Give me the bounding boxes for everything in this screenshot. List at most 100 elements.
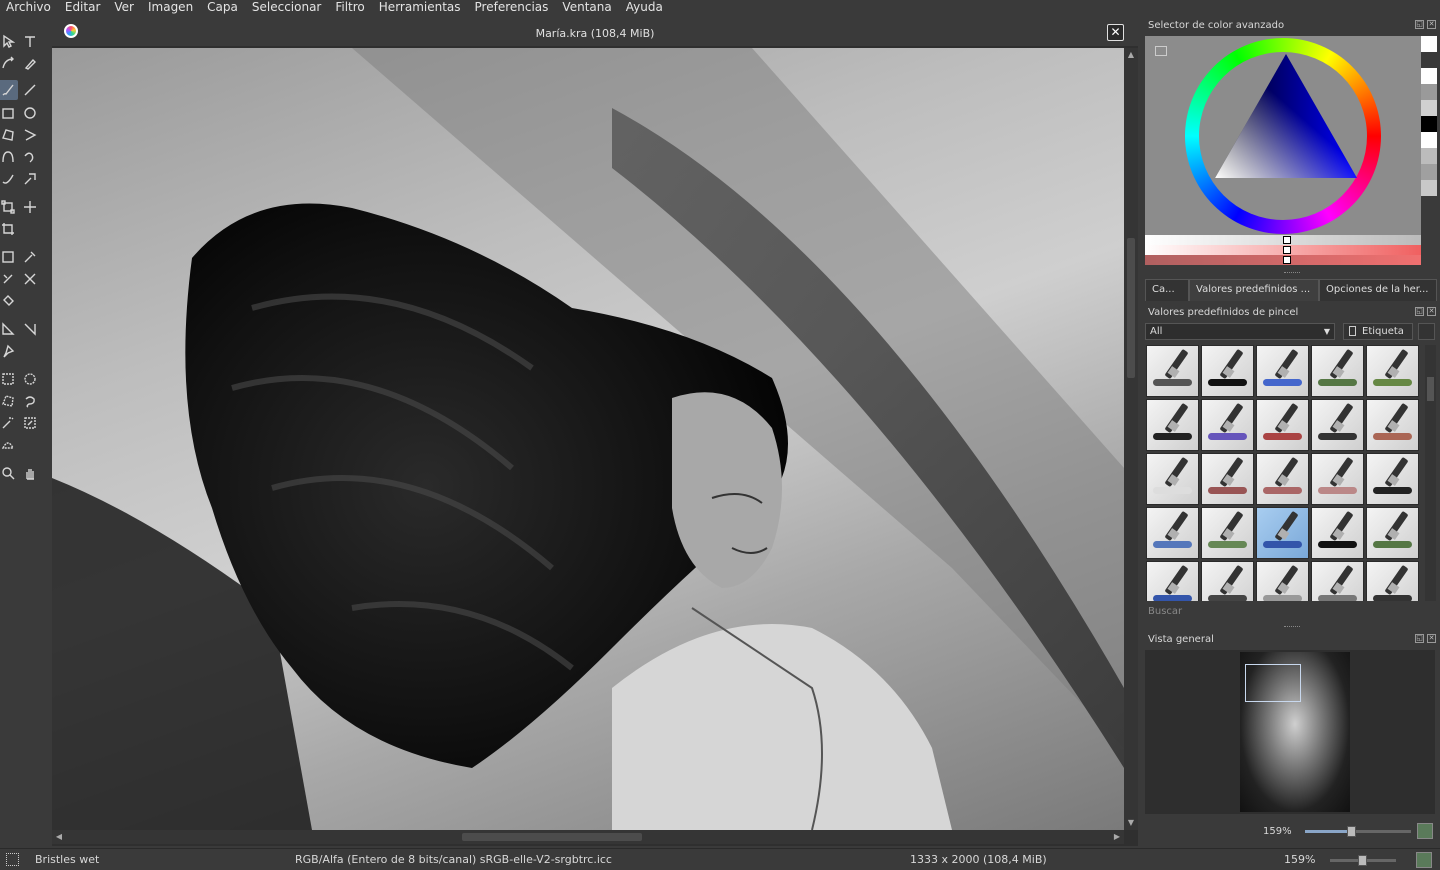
ellipse-select-tool[interactable] (20, 369, 40, 389)
close-document-button[interactable]: ✕ (1107, 24, 1124, 41)
freehand-path-tool[interactable] (20, 147, 40, 167)
crop-tool[interactable] (0, 219, 18, 239)
colorize-mask-tool[interactable] (0, 269, 18, 289)
color-wheel-area[interactable] (1145, 36, 1421, 236)
menu-filtro[interactable]: Filtro (328, 0, 371, 14)
multibrush-tool[interactable] (20, 169, 40, 189)
menu-herramientas[interactable]: Herramientas (372, 0, 468, 14)
scroll-left-icon[interactable]: ◀ (54, 832, 64, 842)
preset-red-bristle[interactable] (1201, 453, 1254, 505)
preset-blue-selected[interactable] (1256, 507, 1309, 559)
gradient-tool[interactable] (0, 247, 18, 267)
text-tool[interactable] (20, 31, 40, 51)
smart-patch-tool[interactable] (20, 269, 40, 289)
status-fit-button[interactable] (1416, 852, 1432, 868)
preset-filter-select[interactable]: All ▼ (1145, 323, 1335, 340)
polyline-tool[interactable] (20, 125, 40, 145)
preset-pencil-grey[interactable] (1311, 561, 1364, 601)
menu-seleccionar[interactable]: Seleccionar (245, 0, 328, 14)
scroll-down-icon[interactable]: ▼ (1126, 818, 1136, 828)
color-history[interactable] (1421, 36, 1437, 216)
fill-tool[interactable] (0, 291, 18, 311)
preset-green-bristle[interactable] (1311, 345, 1364, 397)
history-swatch[interactable] (1421, 132, 1437, 148)
history-swatch[interactable] (1421, 36, 1437, 52)
preset-blue-pencil[interactable] (1146, 561, 1199, 601)
preset-green-flat[interactable] (1201, 507, 1254, 559)
docker-resize-grip[interactable] (1284, 272, 1300, 275)
history-swatch[interactable] (1421, 164, 1437, 180)
scroll-up-icon[interactable]: ▲ (1126, 50, 1136, 60)
vertical-scroll-thumb[interactable] (1127, 238, 1135, 378)
color-settings-icon[interactable] (1155, 46, 1167, 56)
history-swatch[interactable] (1421, 180, 1437, 196)
preset-marker-purple[interactable] (1201, 399, 1254, 451)
assistant-tool[interactable] (0, 319, 18, 339)
similar-select-tool[interactable] (20, 413, 40, 433)
float-docker-icon[interactable]: ◱ (1415, 634, 1424, 643)
selection-icon[interactable] (6, 853, 19, 866)
preset-blue-bristles[interactable] (1146, 507, 1199, 559)
menu-preferencias[interactable]: Preferencias (468, 0, 556, 14)
close-docker-icon[interactable]: ✕ (1427, 20, 1436, 29)
preset-red-texture[interactable] (1256, 453, 1309, 505)
preset-search-label[interactable]: Buscar (1148, 606, 1182, 617)
overview-zoom-slider[interactable] (1305, 826, 1411, 837)
history-swatch[interactable] (1421, 52, 1437, 68)
menu-ventana[interactable]: Ventana (555, 0, 618, 14)
menu-capa[interactable]: Capa (200, 0, 245, 14)
color-picker-tool[interactable] (20, 247, 40, 267)
transform-tool[interactable] (0, 197, 18, 217)
history-swatch[interactable] (1421, 100, 1437, 116)
bezier-select-tool[interactable] (0, 435, 18, 455)
freehand-brush-tool[interactable] (0, 80, 18, 100)
preset-sponge[interactable] (1311, 453, 1364, 505)
preset-black-bristle[interactable] (1311, 507, 1364, 559)
preset-blue-wet[interactable] (1256, 345, 1309, 397)
history-swatch[interactable] (1421, 148, 1437, 164)
edit-shapes-tool[interactable] (0, 53, 18, 73)
polygon-tool[interactable] (0, 125, 18, 145)
move-tool[interactable] (20, 197, 40, 217)
docker-tab-0[interactable]: Ca... (1145, 279, 1189, 301)
menu-ayuda[interactable]: Ayuda (619, 0, 670, 14)
overview-viewport-rect[interactable] (1245, 664, 1301, 702)
freehand-select-tool[interactable] (20, 391, 40, 411)
tag-button[interactable]: Etiqueta (1343, 323, 1413, 340)
preset-dark-bristle[interactable] (1311, 399, 1364, 451)
slider-handle[interactable] (1283, 246, 1291, 254)
canvas-vertical-scrollbar[interactable]: ▲ ▼ (1124, 48, 1138, 830)
dynamic-brush-tool[interactable] (0, 169, 18, 189)
rect-select-tool[interactable] (0, 369, 18, 389)
float-docker-icon[interactable]: ◱ (1415, 307, 1424, 316)
measure-tool[interactable] (20, 319, 40, 339)
line-tool[interactable] (20, 80, 40, 100)
canvas-horizontal-scrollbar[interactable]: ◀ ▶ (52, 830, 1124, 844)
slider-handle[interactable] (1283, 236, 1291, 244)
preset-green-wet[interactable] (1366, 507, 1419, 559)
slider-handle[interactable] (1283, 256, 1291, 264)
preset-marker-black-2[interactable] (1146, 399, 1199, 451)
docker-tab-1[interactable]: Valores predefinidos ... (1189, 279, 1319, 301)
fit-view-button[interactable] (1417, 823, 1433, 839)
preset-red-smudge[interactable] (1366, 399, 1419, 451)
menu-archivo[interactable]: Archivo (0, 0, 58, 14)
history-swatch[interactable] (1421, 84, 1437, 100)
menu-imagen[interactable]: Imagen (141, 0, 200, 14)
preset-scrollbar[interactable] (1425, 345, 1436, 601)
preset-pencil-light[interactable] (1256, 561, 1309, 601)
preset-green-paint[interactable] (1366, 345, 1419, 397)
preset-pencil-dark[interactable] (1201, 561, 1254, 601)
docker-tab-2[interactable]: Opciones de la her... (1319, 279, 1437, 301)
overview-panel[interactable] (1145, 650, 1435, 814)
menu-editar[interactable]: Editar (58, 0, 108, 14)
view-mode-button[interactable] (1418, 323, 1435, 340)
reference-tool[interactable] (0, 341, 18, 361)
drawing-canvas[interactable] (52, 48, 1124, 830)
polygon-select-tool[interactable] (0, 391, 18, 411)
preset-pencil-black[interactable] (1366, 561, 1419, 601)
preset-white-blend[interactable] (1146, 453, 1199, 505)
history-swatch[interactable] (1421, 68, 1437, 84)
float-docker-icon[interactable]: ◱ (1415, 20, 1424, 29)
ellipse-tool[interactable] (20, 103, 40, 123)
